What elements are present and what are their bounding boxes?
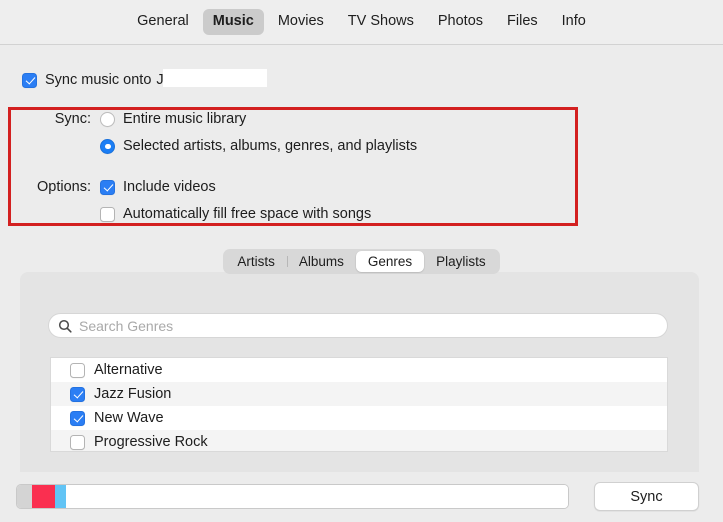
tab-general[interactable]: General (127, 9, 199, 34)
sync-mode-label: Sync: (54, 111, 91, 127)
genre-checkbox[interactable] (70, 434, 85, 450)
search-icon (58, 319, 72, 333)
device-name: J (156, 69, 268, 89)
capacity-meter (16, 484, 569, 509)
genre-label: Progressive Rock (94, 434, 208, 450)
sync-mode-row-selected: Selected artists, albums, genres, and pl… (0, 135, 723, 157)
checkbox-auto-fill-free-space[interactable] (100, 206, 115, 222)
tab-tv-shows[interactable]: TV Shows (338, 9, 424, 34)
segment-playlists[interactable]: Playlists (424, 251, 498, 272)
radio-entire-music-library[interactable] (100, 111, 115, 127)
checkbox-include-videos[interactable] (100, 179, 115, 195)
capacity-segment-free (66, 485, 568, 508)
tab-movies[interactable]: Movies (268, 9, 334, 34)
search-genres-placeholder: Search Genres (79, 317, 174, 334)
options-row-auto-fill: Automatically fill free space with songs (0, 203, 723, 225)
options-row-include-videos: Options: Include videos (0, 176, 723, 198)
sync-button[interactable]: Sync (594, 482, 699, 511)
device-name-redaction (163, 69, 268, 87)
genres-list[interactable]: Alternative Jazz Fusion New Wave Progres… (50, 357, 668, 452)
genre-label: New Wave (94, 410, 164, 426)
capacity-segment-audio (31, 485, 56, 508)
sync-mode-row-entire-library: Sync: Entire music library (0, 108, 723, 130)
segment-albums[interactable]: Albums (286, 251, 356, 272)
tab-bar: General Music Movies TV Shows Photos Fil… (0, 0, 723, 45)
browser-segmented-control: Artists Albums Genres Playlists (0, 249, 723, 274)
checkbox-include-videos-label: Include videos (123, 179, 216, 195)
tab-photos[interactable]: Photos (428, 9, 493, 34)
sync-music-onto-checkbox[interactable] (22, 72, 37, 88)
tab-music[interactable]: Music (202, 9, 264, 35)
radio-selected-items[interactable] (100, 138, 115, 154)
options-label: Options: (37, 179, 91, 195)
sync-music-onto-label: Sync music onto (45, 72, 152, 88)
genre-label: Jazz Fusion (94, 386, 172, 402)
segment-artists[interactable]: Artists (225, 251, 287, 272)
sync-music-onto-row: Sync music onto J (22, 68, 723, 92)
list-item[interactable]: New Wave (51, 406, 667, 430)
checkbox-auto-fill-free-space-label: Automatically fill free space with songs (123, 206, 372, 222)
segment-genres[interactable]: Genres (355, 251, 425, 272)
list-item[interactable]: Progressive Rock (51, 430, 667, 451)
capacity-segment-other (17, 485, 32, 508)
radio-entire-music-library-label: Entire music library (123, 111, 247, 127)
capacity-segment-video (55, 485, 67, 508)
music-sync-settings: Sync music onto J Sync: Entire music lib… (0, 45, 723, 274)
list-item[interactable]: Alternative (51, 358, 667, 382)
tab-files[interactable]: Files (497, 9, 548, 34)
genre-checkbox[interactable] (70, 386, 85, 402)
search-genres-field[interactable]: Search Genres (48, 313, 668, 338)
tab-info[interactable]: Info (552, 9, 596, 34)
bottom-bar: Sync (0, 472, 723, 522)
genre-checkbox[interactable] (70, 410, 85, 426)
radio-selected-items-label: Selected artists, albums, genres, and pl… (123, 138, 418, 154)
list-item[interactable]: Jazz Fusion (51, 382, 667, 406)
genre-checkbox[interactable] (70, 362, 85, 378)
genre-label: Alternative (94, 362, 163, 378)
